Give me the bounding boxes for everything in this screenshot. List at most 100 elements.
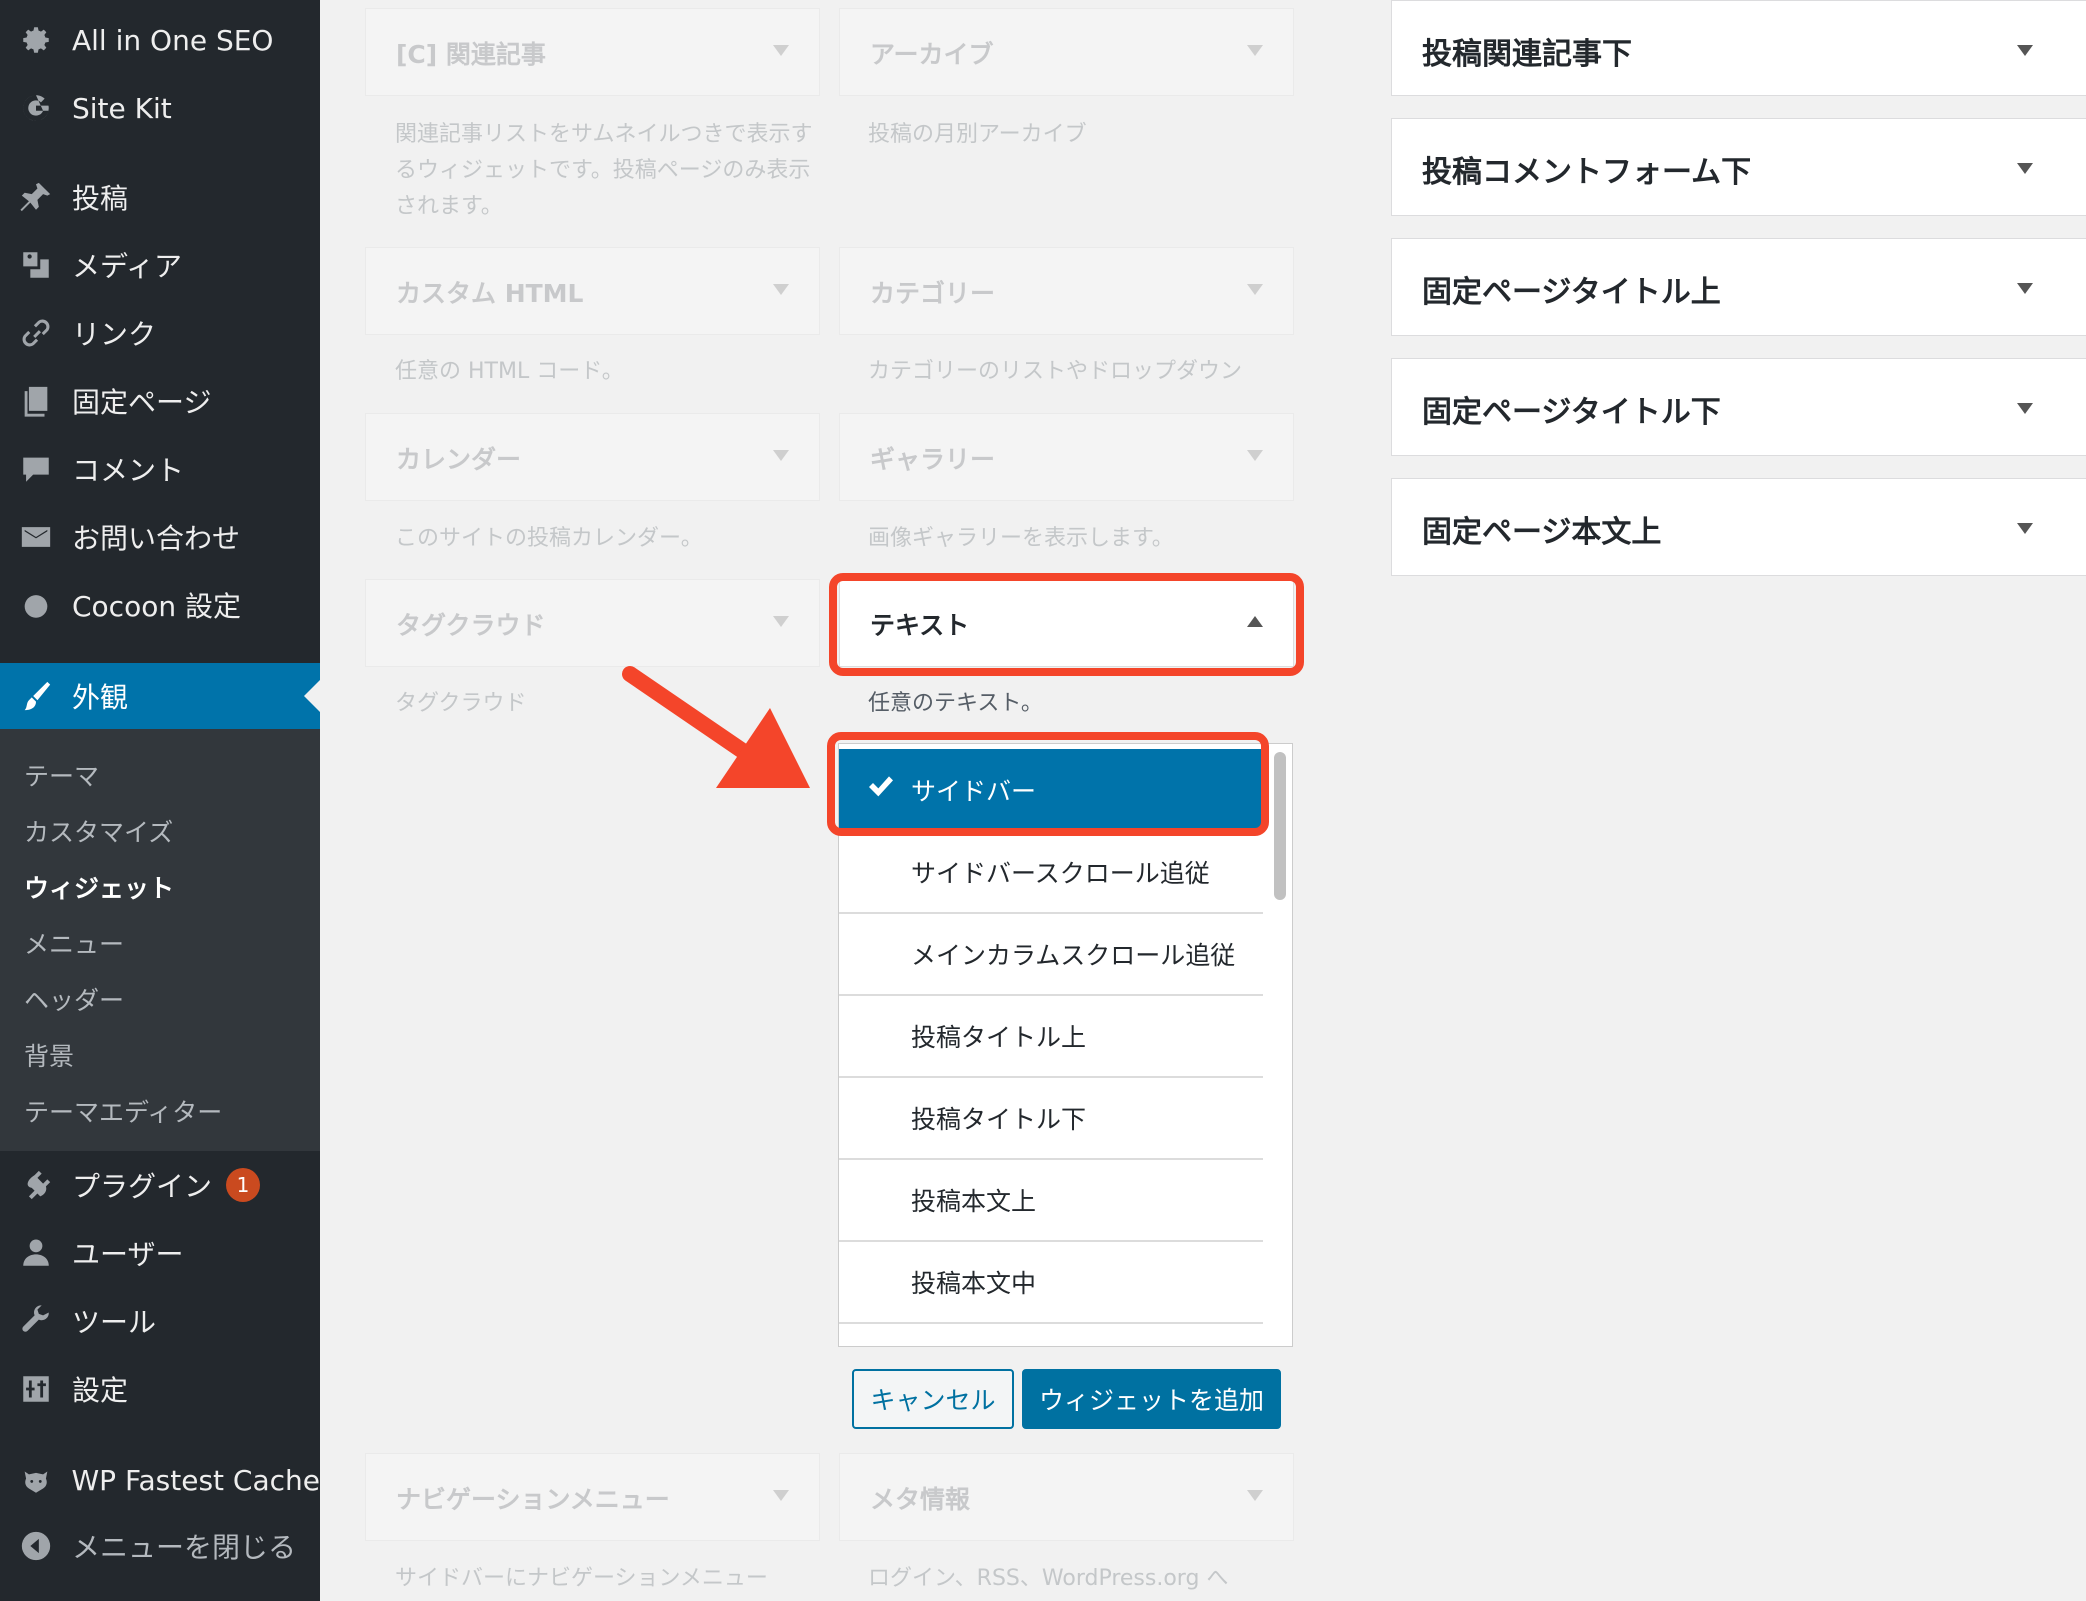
widget-area-post-related-below[interactable]: 投稿関連記事下 bbox=[1391, 0, 2086, 96]
widget-area-page-title-above[interactable]: 固定ページタイトル上 bbox=[1391, 238, 2086, 336]
mail-icon bbox=[0, 520, 72, 554]
menu-label: コメント bbox=[72, 454, 185, 487]
menu-label: 固定ページ bbox=[72, 386, 212, 419]
caret-down-icon bbox=[1247, 284, 1263, 295]
chooser-option[interactable]: 投稿タイトル上 bbox=[839, 996, 1263, 1078]
caret-down-icon bbox=[1247, 1490, 1263, 1501]
menu-item-posts[interactable]: 投稿 bbox=[0, 164, 320, 230]
submenu-item-header[interactable]: ヘッダー bbox=[24, 981, 124, 1017]
link-icon bbox=[0, 316, 72, 350]
menu-item-comments[interactable]: コメント bbox=[0, 436, 320, 502]
widget-title: カスタム HTML bbox=[396, 279, 584, 308]
widget-meta[interactable]: メタ情報 bbox=[839, 1453, 1294, 1541]
widget-related-posts[interactable]: [C] 関連記事 bbox=[365, 8, 820, 96]
caret-down-icon bbox=[773, 450, 789, 461]
widget-area-title: 固定ページ本文上 bbox=[1422, 515, 1662, 550]
widget-gallery[interactable]: ギャラリー bbox=[839, 413, 1294, 501]
caret-down-icon bbox=[773, 284, 789, 295]
widget-description: ログイン、RSS、WordPress.org へ bbox=[868, 1566, 1229, 1591]
highlight-box-text-widget bbox=[829, 573, 1304, 676]
widget-area-title: 固定ページタイトル下 bbox=[1422, 395, 1721, 430]
appearance-submenu: テーマ カスタマイズ ウィジェット メニュー ヘッダー 背景 テーマエディター bbox=[0, 729, 320, 1151]
widget-area-comment-form-below[interactable]: 投稿コメントフォーム下 bbox=[1391, 118, 2086, 216]
submenu-item-theme-editor[interactable]: テーマエディター bbox=[24, 1093, 222, 1129]
menu-item-links[interactable]: リンク bbox=[0, 300, 320, 366]
caret-down-icon bbox=[773, 45, 789, 56]
widget-area-title: 固定ページタイトル上 bbox=[1422, 275, 1721, 310]
caret-down-icon bbox=[2017, 45, 2033, 56]
menu-label: ツール bbox=[72, 1306, 157, 1339]
submenu-item-themes[interactable]: テーマ bbox=[24, 757, 99, 793]
caret-down-icon bbox=[2017, 403, 2033, 414]
chooser-option-label: サイドバースクロール追従 bbox=[911, 859, 1210, 888]
collapse-icon bbox=[0, 1529, 72, 1563]
user-icon bbox=[0, 1236, 72, 1270]
widget-description: 関連記事リストをサムネイルつきで表示するウィジェットです。投稿ページのみ表示され… bbox=[395, 122, 813, 219]
widget-description: サイドバーにナビゲーションメニュー bbox=[395, 1566, 768, 1591]
menu-item-appearance[interactable]: 外観 bbox=[0, 663, 320, 729]
cheetah-icon bbox=[0, 1463, 72, 1497]
caret-down-icon bbox=[2017, 283, 2033, 294]
menu-label: 投稿 bbox=[72, 182, 129, 215]
submenu-item-customize[interactable]: カスタマイズ bbox=[24, 813, 173, 849]
widget-title: ギャラリー bbox=[870, 445, 996, 474]
pin-icon bbox=[0, 180, 72, 214]
google-g-icon bbox=[0, 91, 72, 125]
menu-item-wp-fastest-cache[interactable]: WP Fastest Cache bbox=[0, 1447, 320, 1513]
scrollbar-thumb[interactable] bbox=[1274, 752, 1286, 900]
menu-item-plugins[interactable]: プラグイン 1 bbox=[0, 1152, 320, 1218]
menu-item-pages[interactable]: 固定ページ bbox=[0, 368, 320, 434]
caret-down-icon bbox=[773, 1490, 789, 1501]
chooser-option[interactable]: サイドバースクロール追従 bbox=[839, 832, 1263, 914]
widget-title: メタ情報 bbox=[870, 1485, 971, 1514]
cancel-button[interactable]: キャンセル bbox=[852, 1369, 1014, 1429]
menu-label: メディア bbox=[72, 250, 183, 283]
brush-icon bbox=[0, 679, 72, 713]
add-widget-button[interactable]: ウィジェットを追加 bbox=[1022, 1369, 1281, 1429]
widget-custom-html[interactable]: カスタム HTML bbox=[365, 247, 820, 335]
menu-item-cocoon-settings[interactable]: Cocoon 設定 bbox=[0, 572, 320, 638]
widget-title: カレンダー bbox=[396, 445, 522, 474]
widget-description: このサイトの投稿カレンダー。 bbox=[395, 526, 703, 551]
comment-icon bbox=[0, 452, 72, 486]
widget-tag-cloud[interactable]: タグクラウド bbox=[365, 579, 820, 667]
submenu-item-background[interactable]: 背景 bbox=[24, 1037, 74, 1073]
media-icon bbox=[0, 248, 72, 282]
menu-item-tools[interactable]: ツール bbox=[0, 1288, 320, 1354]
red-arrow-icon bbox=[622, 666, 810, 788]
widget-archives[interactable]: アーカイブ bbox=[839, 8, 1294, 96]
menu-item-users[interactable]: ユーザー bbox=[0, 1220, 320, 1286]
widget-description: 投稿の月別アーカイブ bbox=[868, 122, 1087, 147]
chooser-option[interactable]: 投稿タイトル下 bbox=[839, 1078, 1263, 1160]
menu-label: 設定 bbox=[72, 1374, 129, 1407]
circle-icon bbox=[0, 588, 72, 622]
menu-item-all-in-one-seo[interactable]: All in One SEO bbox=[0, 7, 320, 73]
widget-title: ナビゲーションメニュー bbox=[396, 1485, 670, 1514]
chooser-option[interactable]: 投稿本文中 bbox=[839, 1242, 1263, 1324]
widget-area-page-title-below[interactable]: 固定ページタイトル下 bbox=[1391, 358, 2086, 456]
menu-label: プラグイン bbox=[72, 1170, 213, 1203]
chooser-option[interactable] bbox=[839, 1324, 1263, 1346]
menu-item-media[interactable]: メディア bbox=[0, 232, 320, 298]
menu-label: Cocoon 設定 bbox=[72, 590, 241, 623]
caret-down-icon bbox=[2017, 163, 2033, 174]
chooser-option[interactable]: メインカラムスクロール追従 bbox=[839, 914, 1263, 996]
chooser-option[interactable]: 投稿本文上 bbox=[839, 1160, 1263, 1242]
widget-calendar[interactable]: カレンダー bbox=[365, 413, 820, 501]
collapse-menu-button[interactable]: メニューを閉じる bbox=[0, 1513, 320, 1579]
menu-item-contact[interactable]: お問い合わせ bbox=[0, 504, 320, 570]
plugin-icon bbox=[0, 1168, 72, 1202]
submenu-item-menus[interactable]: メニュー bbox=[24, 925, 124, 961]
pages-icon bbox=[0, 384, 72, 418]
submenu-item-widgets[interactable]: ウィジェット bbox=[24, 869, 174, 905]
widget-area-title: 投稿関連記事下 bbox=[1422, 37, 1632, 72]
settings-icon bbox=[0, 1372, 72, 1406]
menu-label: お問い合わせ bbox=[72, 522, 241, 555]
widget-categories[interactable]: カテゴリー bbox=[839, 247, 1294, 335]
widget-area-page-content-above[interactable]: 固定ページ本文上 bbox=[1391, 478, 2086, 576]
menu-item-settings[interactable]: 設定 bbox=[0, 1356, 320, 1422]
menu-item-site-kit[interactable]: Site Kit bbox=[0, 75, 320, 141]
widget-navigation-menu[interactable]: ナビゲーションメニュー bbox=[365, 1453, 820, 1541]
menu-label: All in One SEO bbox=[72, 23, 274, 57]
wrench-icon bbox=[0, 1304, 72, 1338]
